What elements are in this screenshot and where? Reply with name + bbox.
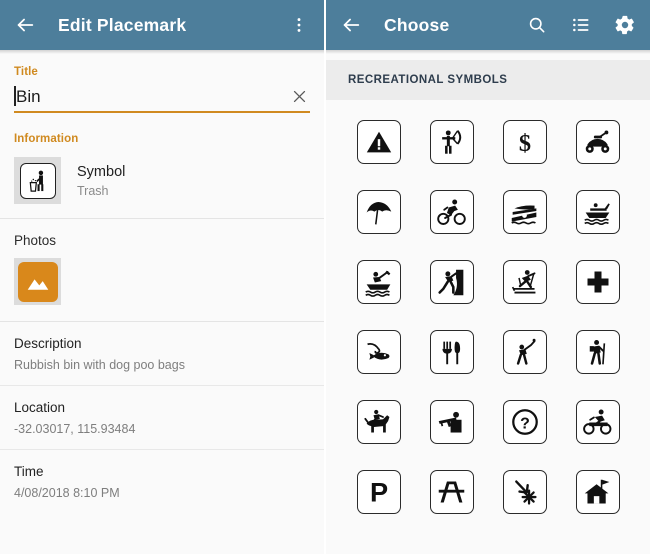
field-value: -32.03017, 115.93484 [14, 422, 136, 436]
field-description[interactable]: Description Rubbish bin with dog poo bag… [0, 322, 324, 385]
symbol-field-name: Symbol [77, 164, 126, 180]
motorboat-icon[interactable] [575, 190, 620, 234]
field-key: Description [14, 336, 82, 351]
archery-icon[interactable] [429, 120, 474, 164]
parking-icon[interactable]: P [356, 470, 401, 514]
title-input-row[interactable]: Bin [14, 85, 310, 113]
bicycling-icon[interactable] [429, 190, 474, 234]
title-input[interactable]: Bin [14, 86, 288, 108]
symbol-item-fees[interactable]: $ [488, 120, 561, 164]
text-caret [14, 86, 16, 106]
hunting-icon[interactable] [429, 400, 474, 444]
choose-symbol-panel: Choose RECREATIONAL SYMBOLS $ ? P [326, 0, 650, 554]
ranger-station-icon[interactable] [575, 470, 620, 514]
right-toolbar-shadow [326, 50, 650, 54]
picnic-area-icon[interactable] [429, 470, 474, 514]
symbol-item-picnic-area[interactable] [415, 470, 488, 514]
symbol-item-parking[interactable]: P [342, 470, 415, 514]
information-label: Information [14, 133, 79, 145]
symbol-item-hiking[interactable] [561, 330, 634, 374]
symbol-item-canoeing[interactable] [342, 260, 415, 304]
symbol-item-cross-country-skiing[interactable] [488, 260, 561, 304]
symbol-item-boat-ramp[interactable] [488, 190, 561, 234]
dollar-icon[interactable]: $ [502, 120, 547, 164]
right-toolbar: Choose [326, 0, 650, 50]
symbol-group-title: RECREATIONAL SYMBOLS [348, 74, 508, 86]
field-value: 4/08/2018 8:10 PM [14, 486, 120, 500]
information-section-header: Information [0, 113, 324, 145]
field-key: Time [14, 464, 44, 479]
climbing-icon[interactable] [429, 260, 474, 304]
photos-label: Photos [14, 233, 57, 248]
hiking-icon[interactable] [575, 330, 620, 374]
back-arrow-icon[interactable] [10, 10, 40, 40]
photo-thumbnail[interactable] [14, 258, 61, 305]
symbol-item-bicycling[interactable] [415, 190, 488, 234]
field-key: Location [14, 400, 66, 415]
title-field-group: Title Bin [0, 50, 324, 113]
symbol-field-value: Trash [77, 184, 109, 198]
image-placeholder-icon [17, 261, 58, 302]
symbol-item-atv[interactable] [561, 120, 634, 164]
page-title: Edit Placemark [58, 14, 187, 35]
page-title: Choose [384, 14, 450, 35]
symbol-row[interactable]: Symbol Trash [0, 145, 324, 218]
symbol-item-climbing[interactable] [415, 260, 488, 304]
information-icon[interactable]: ? [502, 400, 547, 444]
atv-icon[interactable] [575, 120, 620, 164]
dual-panel-screen: Edit Placemark Title Bin Information Sym… [0, 0, 650, 554]
boat-ramp-icon[interactable] [502, 190, 547, 234]
symbol-item-golf[interactable] [488, 330, 561, 374]
edit-placemark-content: Title Bin Information Symbol Trash Photo… [0, 50, 324, 554]
symbol-item-warning[interactable] [342, 120, 415, 164]
point-of-interest-icon[interactable] [502, 470, 547, 514]
canoeing-icon[interactable] [356, 260, 401, 304]
symbol-chooser-content: RECREATIONAL SYMBOLS $ ? P [326, 60, 650, 554]
symbol-item-hunting[interactable] [415, 400, 488, 444]
symbol-group-header: RECREATIONAL SYMBOLS [326, 60, 650, 100]
search-icon[interactable] [522, 10, 552, 40]
golf-icon[interactable] [502, 330, 547, 374]
symbol-thumbnail[interactable] [14, 157, 61, 204]
svg-text:P: P [369, 477, 387, 507]
field-location[interactable]: Location -32.03017, 115.93484 [0, 386, 324, 449]
symbol-item-point-of-interest[interactable] [488, 470, 561, 514]
field-value: Rubbish bin with dog poo bags [14, 358, 185, 372]
svg-text:$: $ [518, 130, 530, 157]
symbol-item-motorbike-trail[interactable] [561, 400, 634, 444]
symbol-item-beach[interactable] [342, 190, 415, 234]
motorbike-trail-icon[interactable] [575, 400, 620, 444]
first-aid-icon[interactable] [575, 260, 620, 304]
beach-umbrella-icon[interactable] [356, 190, 401, 234]
food-service-icon[interactable] [429, 330, 474, 374]
cross-country-ski-icon[interactable] [502, 260, 547, 304]
edit-placemark-panel: Edit Placemark Title Bin Information Sym… [0, 0, 324, 554]
trash-symbol-icon [29, 170, 43, 192]
photos-section: Photos [0, 219, 324, 321]
symbol-item-information[interactable]: ? [488, 400, 561, 444]
left-toolbar: Edit Placemark [0, 0, 324, 50]
svg-text:?: ? [520, 416, 530, 433]
list-icon[interactable] [566, 10, 596, 40]
symbol-item-ranger-station[interactable] [561, 470, 634, 514]
symbol-item-horseback-riding[interactable] [342, 400, 415, 444]
field-time[interactable]: Time 4/08/2018 8:10 PM [0, 450, 324, 513]
horseback-riding-icon[interactable] [356, 400, 401, 444]
symbol-item-archery[interactable] [415, 120, 488, 164]
symbol-item-motorboat[interactable] [561, 190, 634, 234]
close-x-icon[interactable] [288, 85, 310, 107]
more-vertical-icon[interactable] [284, 10, 314, 40]
fishing-icon[interactable] [356, 330, 401, 374]
symbol-grid: $ ? P [326, 100, 650, 524]
symbol-meta: Symbol Trash [77, 163, 125, 198]
back-arrow-icon[interactable] [336, 10, 366, 40]
symbol-item-fishing[interactable] [342, 330, 415, 374]
symbol-item-food-service[interactable] [415, 330, 488, 374]
title-field-label: Title [14, 66, 38, 78]
symbol-item-first-aid[interactable] [561, 260, 634, 304]
warning-icon[interactable] [356, 120, 401, 164]
gear-icon[interactable] [610, 10, 640, 40]
